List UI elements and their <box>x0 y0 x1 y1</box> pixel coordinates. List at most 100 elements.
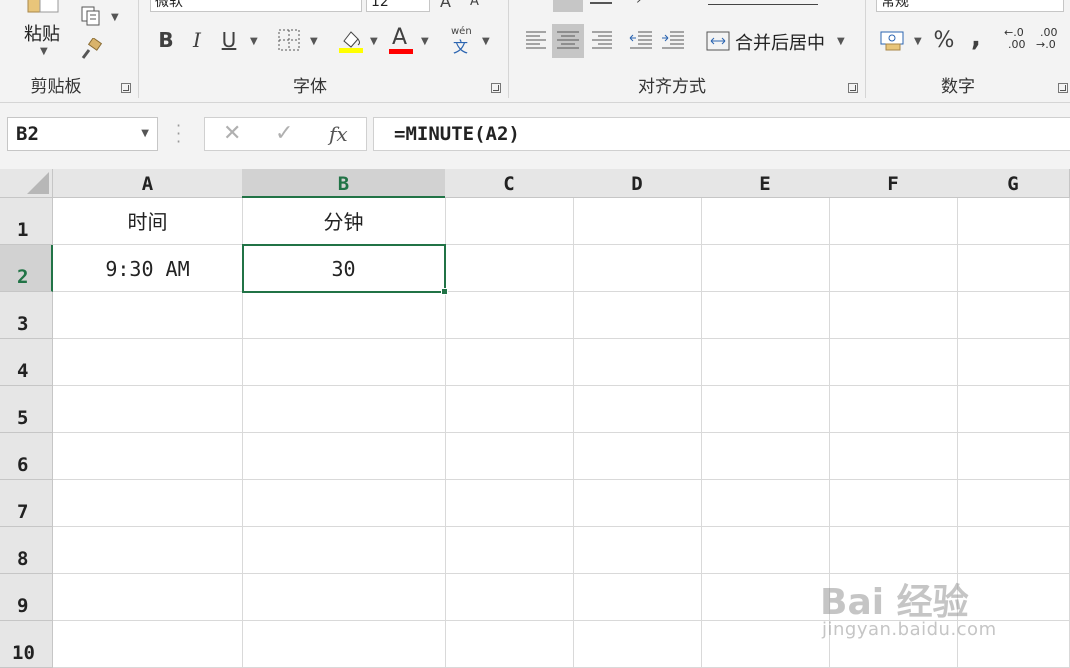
row-header-8[interactable]: 8 <box>0 527 53 574</box>
number-format-combo[interactable]: 常规 <box>876 0 1064 12</box>
cell-e2[interactable] <box>701 245 830 292</box>
cell-a3[interactable] <box>53 292 243 339</box>
copy-dropdown-icon[interactable]: ▼ <box>111 12 119 23</box>
row-header-4[interactable]: 4 <box>0 339 53 386</box>
cell-d6[interactable] <box>573 433 702 480</box>
cell-a4[interactable] <box>53 339 243 386</box>
cell-a7[interactable] <box>53 480 243 527</box>
percent-button[interactable]: % <box>931 27 957 53</box>
cell-c7[interactable] <box>445 480 574 527</box>
paste-button[interactable]: 粘贴 ▼ <box>18 0 70 66</box>
shrink-font-icon[interactable]: A <box>470 0 479 9</box>
cell-f5[interactable] <box>829 386 958 433</box>
cell-a1[interactable]: 时间 <box>53 198 243 245</box>
cell-c1[interactable] <box>445 198 574 245</box>
font-size-combo[interactable]: 12 <box>366 0 430 12</box>
cell-d3[interactable] <box>573 292 702 339</box>
column-header-c[interactable]: C <box>445 169 574 198</box>
cell-e3[interactable] <box>701 292 830 339</box>
wrap-text-icon[interactable] <box>708 0 818 5</box>
cell-d4[interactable] <box>573 339 702 386</box>
cell-b3[interactable] <box>242 292 446 339</box>
formula-bar-grip-icon[interactable]: · · · <box>176 118 181 150</box>
cell-b1[interactable]: 分钟 <box>242 198 446 245</box>
cell-a5[interactable] <box>53 386 243 433</box>
cell-b10[interactable] <box>242 621 446 668</box>
cell-b5[interactable] <box>242 386 446 433</box>
cell-f8[interactable] <box>829 527 958 574</box>
cell-e6[interactable] <box>701 433 830 480</box>
cell-b6[interactable] <box>242 433 446 480</box>
phonetic-guide-button[interactable]: wén 文 <box>449 26 475 56</box>
cell-d7[interactable] <box>573 480 702 527</box>
italic-button[interactable]: I <box>185 27 209 53</box>
copy-icon[interactable] <box>80 5 102 27</box>
cell-f9[interactable] <box>829 574 958 621</box>
cell-e10[interactable] <box>701 621 830 668</box>
clipboard-dialog-launcher[interactable] <box>121 83 131 93</box>
format-painter-icon[interactable] <box>80 37 104 62</box>
enter-icon[interactable]: ✓ <box>275 121 293 146</box>
borders-icon[interactable] <box>278 29 300 51</box>
row-header-9[interactable]: 9 <box>0 574 53 621</box>
column-header-g[interactable]: G <box>957 169 1070 198</box>
cell-c3[interactable] <box>445 292 574 339</box>
alignment-dialog-launcher[interactable] <box>848 83 858 93</box>
number-dialog-launcher[interactable] <box>1058 83 1068 93</box>
cell-c2[interactable] <box>445 245 574 292</box>
column-header-a[interactable]: A <box>53 169 243 198</box>
row-header-10[interactable]: 10 <box>0 621 53 668</box>
grow-font-icon[interactable]: A <box>440 0 451 11</box>
cell-b8[interactable] <box>242 527 446 574</box>
underline-dropdown-icon[interactable]: ▼ <box>250 36 258 47</box>
cell-b9[interactable] <box>242 574 446 621</box>
middle-align-top-icon[interactable] <box>590 2 612 4</box>
cell-f7[interactable] <box>829 480 958 527</box>
cell-g8[interactable] <box>957 527 1070 574</box>
align-center-icon[interactable] <box>552 24 584 58</box>
cell-d8[interactable] <box>573 527 702 574</box>
top-align-icon[interactable] <box>553 0 583 12</box>
cancel-icon[interactable]: ✕ <box>223 121 241 146</box>
font-color-dropdown-icon[interactable]: ▼ <box>421 36 429 47</box>
borders-dropdown-icon[interactable]: ▼ <box>310 36 318 47</box>
bold-button[interactable]: B <box>154 27 178 53</box>
currency-dropdown-icon[interactable]: ▼ <box>914 36 922 47</box>
cell-g9[interactable] <box>957 574 1070 621</box>
cell-b4[interactable] <box>242 339 446 386</box>
cell-d9[interactable] <box>573 574 702 621</box>
cell-c9[interactable] <box>445 574 574 621</box>
comma-style-button[interactable]: , <box>966 23 986 53</box>
cell-f3[interactable] <box>829 292 958 339</box>
cell-a2[interactable]: 9:30 AM <box>53 245 243 292</box>
paste-dropdown-icon[interactable]: ▼ <box>40 46 48 57</box>
name-box-dropdown-icon[interactable]: ▼ <box>141 128 149 139</box>
row-header-2[interactable]: 2 <box>0 245 53 292</box>
select-all-button[interactable] <box>0 169 53 198</box>
cell-f4[interactable] <box>829 339 958 386</box>
decrease-indent-icon[interactable] <box>628 27 654 55</box>
cell-a10[interactable] <box>53 621 243 668</box>
cell-e5[interactable] <box>701 386 830 433</box>
row-header-7[interactable]: 7 <box>0 480 53 527</box>
cell-d5[interactable] <box>573 386 702 433</box>
cell-g4[interactable] <box>957 339 1070 386</box>
currency-format-icon[interactable] <box>880 28 906 52</box>
formula-input[interactable]: =MINUTE(A2) <box>373 117 1070 151</box>
cell-g6[interactable] <box>957 433 1070 480</box>
font-name-combo[interactable]: 微软 <box>150 0 362 12</box>
cell-g1[interactable] <box>957 198 1070 245</box>
column-header-b[interactable]: B <box>242 169 446 198</box>
cell-e4[interactable] <box>701 339 830 386</box>
cell-d2[interactable] <box>573 245 702 292</box>
decrease-decimal-button[interactable]: .00 →.0 <box>1036 27 1068 55</box>
merge-center-button[interactable]: 合并后居中 ▼ <box>706 27 856 55</box>
row-header-1[interactable]: 1 <box>0 198 53 245</box>
cell-e1[interactable] <box>701 198 830 245</box>
cell-g10[interactable] <box>957 621 1070 668</box>
column-header-e[interactable]: E <box>701 169 830 198</box>
orientation-icon[interactable]: › <box>636 0 642 8</box>
cell-e7[interactable] <box>701 480 830 527</box>
phonetic-dropdown-icon[interactable]: ▼ <box>482 36 490 47</box>
cell-b7[interactable] <box>242 480 446 527</box>
